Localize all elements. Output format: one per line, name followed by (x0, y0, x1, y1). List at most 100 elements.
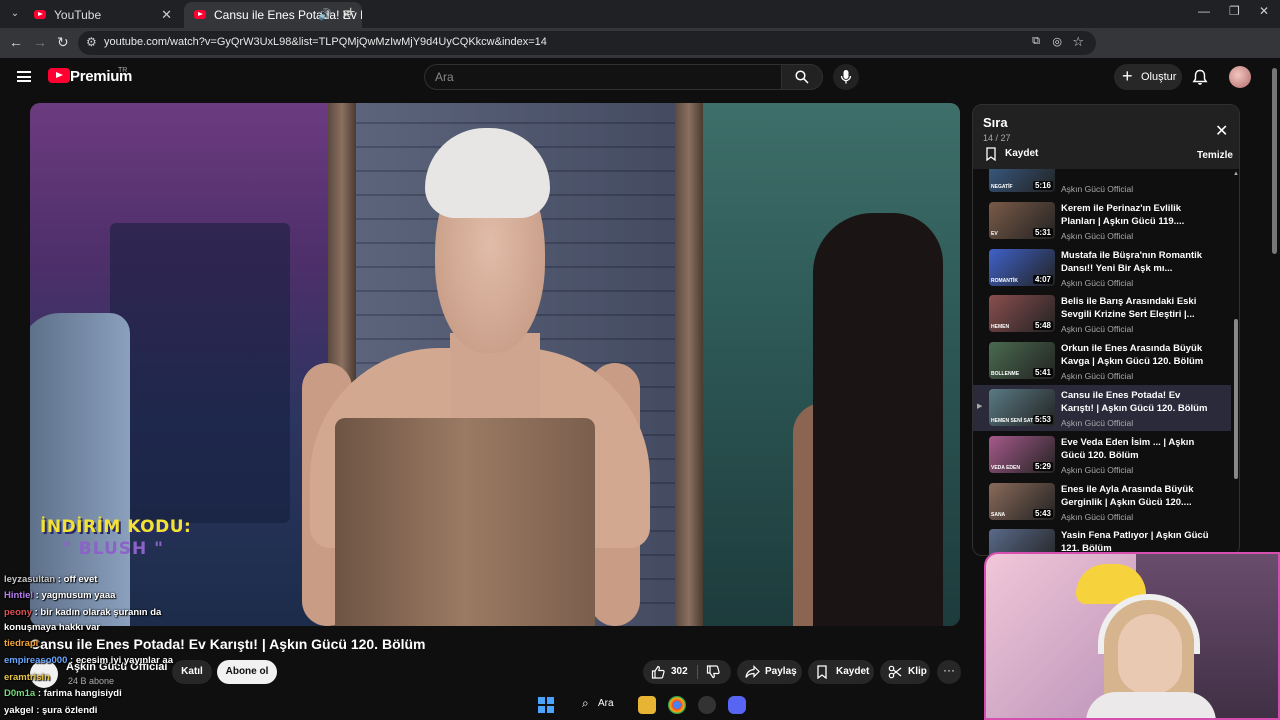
youtube-logo-icon[interactable] (48, 68, 70, 83)
like-count: 302 (671, 666, 688, 677)
address-bar[interactable]: ⚙ youtube.com/watch?v=GyQrW3UxL98&list=T… (78, 31, 1096, 55)
queue-item[interactable]: BOLLENME 5:41 Orkun ile Enes Arasında Büyü… (973, 338, 1231, 384)
browser-toolbar: ← → ↻ ⚙ youtube.com/watch?v=GyQrW3UxL98&… (0, 28, 1280, 78)
bookmark-icon (817, 665, 827, 679)
queue-item-title[interactable]: Orkun ile Enes Arasında Büyük Kavga | Aş… (1061, 342, 1213, 368)
queue-clear-button[interactable]: Temizle (1197, 150, 1233, 161)
playlist-queue-panel: Sıra 14 / 27 ✕ Kaydet Temizle NEGATİF 5:1… (972, 104, 1240, 556)
clip-button[interactable]: Klip (880, 660, 930, 684)
queue-item-duration: 4:07 (1032, 274, 1053, 284)
scroll-up-icon[interactable]: ▲ (1233, 171, 1239, 177)
divider (697, 665, 698, 679)
queue-item-thumbnail[interactable]: ROMANTİK 4:07 (989, 248, 1055, 286)
queue-item[interactable]: HEMEN 5:48 Belis ile Barış Arasındaki Eski… (973, 291, 1231, 337)
tracking-eye-icon[interactable]: ◎ (1052, 35, 1062, 48)
page-scrollbar[interactable] (1270, 60, 1278, 260)
notifications-bell-icon[interactable] (1192, 69, 1208, 86)
queue-item[interactable]: ROMANTİK 4:07 Mustafa ile Büşra'nın Romant… (973, 245, 1231, 291)
join-button[interactable]: Katıl (172, 660, 212, 684)
queue-item-thumbnail[interactable]: HEMEN SENİ SATARI 5:53 (989, 389, 1055, 426)
voice-search-button[interactable] (833, 64, 859, 90)
queue-item[interactable]: VEDA EDEN 5:29 Eve Veda Eden İsim ... | Aş… (973, 432, 1231, 478)
close-queue-icon[interactable]: ✕ (1215, 121, 1228, 141)
app-icon[interactable] (698, 696, 716, 714)
search-button[interactable] (781, 64, 823, 90)
browser-tab-active[interactable]: Cansu ile Enes Potada! Ev K 🔊 ✕ (184, 2, 362, 28)
queue-item-title[interactable] (1061, 169, 1213, 181)
audio-playing-icon[interactable]: 🔊 (318, 2, 332, 28)
queue-save-button[interactable]: Kaydet (985, 147, 1039, 161)
queue-item-title[interactable]: Eve Veda Eden İsim ... | Aşkın Gücü 120.… (1061, 436, 1213, 462)
queue-item-channel: Aşkın Gücü Official (1061, 230, 1134, 241)
discord-icon[interactable] (728, 696, 746, 714)
queue-save-label: Kaydet (1005, 148, 1039, 159)
share-button[interactable]: Paylaş (737, 660, 802, 684)
save-button[interactable]: Kaydet (808, 660, 874, 684)
thumbnail-caption: SANA (991, 511, 1006, 518)
create-button[interactable]: + Oluştur (1114, 64, 1182, 90)
chat-username: D0m1a (4, 688, 36, 699)
queue-item-title[interactable]: Enes ile Ayla Arasında Büyük Gerginlik |… (1061, 483, 1213, 509)
queue-item[interactable]: SANA 5:43 Enes ile Ayla Arasında Büyük Ger… (973, 479, 1231, 525)
queue-item[interactable]: NEGATİF 5:16 Aşkın Gücü Official (973, 169, 1231, 197)
subscribe-button[interactable]: Abone ol (217, 660, 277, 684)
thumbnail-caption: BOLLENME (991, 371, 1020, 378)
thumbnail-caption: NEGATİF (991, 184, 1013, 190)
more-actions-icon[interactable]: ··· (937, 660, 961, 684)
account-avatar[interactable] (1229, 66, 1251, 88)
taskbar-search[interactable]: Ara (582, 696, 614, 711)
restore-icon[interactable]: ❐ (1229, 4, 1240, 18)
share-label: Paylaş (765, 666, 797, 677)
thumbs-down-icon[interactable] (706, 665, 720, 679)
install-icon[interactable]: ⧉ (1032, 35, 1040, 48)
close-tab-icon[interactable]: ✕ (161, 2, 172, 28)
bookmark-star-icon[interactable]: ☆ (1072, 34, 1084, 50)
chat-text: : farima hangisiydi (37, 688, 122, 699)
queue-item-thumbnail[interactable]: NEGATİF 5:16 (989, 169, 1055, 192)
queue-item-thumbnail[interactable]: SANA 5:43 (989, 482, 1055, 520)
chat-text: : ecesim iyi yayınlar aa (70, 655, 173, 666)
chat-text: : şura özlendi (36, 705, 98, 716)
queue-item-duration: 5:16 (1032, 181, 1053, 190)
queue-item[interactable]: EV 5:31 Kerem ile Perinaz'ın Evlilik Planl… (973, 198, 1231, 244)
reload-icon[interactable]: ↻ (57, 34, 69, 51)
queue-item[interactable]: ▶ HEMEN SENİ SATARI 5:53 Cansu ile Enes Pot… (973, 385, 1231, 431)
forward-icon[interactable]: → (33, 34, 47, 50)
hamburger-menu-icon[interactable] (17, 71, 31, 82)
windows-start-icon[interactable] (538, 697, 554, 713)
queue-item-duration: 5:48 (1032, 321, 1053, 331)
minimize-icon[interactable]: — (1198, 4, 1210, 18)
chrome-icon[interactable] (668, 696, 686, 714)
queue-item-thumbnail[interactable]: EV 5:31 (989, 201, 1055, 239)
queue-item-title[interactable]: Mustafa ile Büşra'nın Romantik Dansı!! Y… (1061, 249, 1213, 275)
close-window-icon[interactable]: ✕ (1259, 4, 1269, 18)
queue-item-thumbnail[interactable]: HEMEN 5:48 (989, 295, 1055, 333)
queue-scrollbar[interactable]: ▲ (1233, 169, 1239, 555)
chat-text: : yagmusum yaaa (35, 590, 116, 601)
queue-item-title[interactable]: Kerem ile Perinaz'ın Evlilik Planları | … (1061, 202, 1213, 228)
file-explorer-icon[interactable] (638, 696, 656, 714)
new-tab-button[interactable]: + (346, 4, 355, 22)
save-label: Kaydet (836, 666, 870, 677)
video-title: Cansu ile Enes Potada! Ev Karıştı! | Aşk… (30, 636, 426, 652)
chat-message: konuşmaya hakkı var (4, 622, 100, 633)
microphone-icon (840, 70, 852, 84)
queue-item-title[interactable]: Cansu ile Enes Potada! Ev Karıştı! | Aşk… (1061, 389, 1213, 415)
browser-tab-youtube[interactable]: YouTube ✕ (24, 2, 182, 28)
scroll-thumb[interactable] (1234, 319, 1238, 479)
back-icon[interactable]: ← (9, 34, 23, 50)
queue-item-thumbnail[interactable]: BOLLENME 5:41 (989, 342, 1055, 380)
queue-item-duration: 5:43 (1032, 508, 1053, 518)
site-info-icon[interactable]: ⚙ (86, 35, 97, 49)
video-background (110, 223, 290, 523)
search-input[interactable]: Ara (424, 64, 782, 90)
scissors-icon (888, 665, 902, 679)
queue-item-title[interactable]: Belis ile Barış Arasındaki Eski Sevgili … (1061, 295, 1213, 321)
like-button[interactable]: 302 (643, 660, 731, 684)
chat-text: konuşmaya hakkı var (4, 622, 101, 633)
video-player[interactable]: İNDİRİM KODU: " BLUSH " (30, 103, 960, 626)
tab-search-dropdown[interactable]: ⌄ (6, 5, 24, 23)
queue-item-duration: 5:29 (1032, 461, 1053, 471)
subscriber-count: 24 B abone (68, 676, 115, 686)
queue-item-thumbnail[interactable]: VEDA EDEN 5:29 (989, 435, 1055, 473)
